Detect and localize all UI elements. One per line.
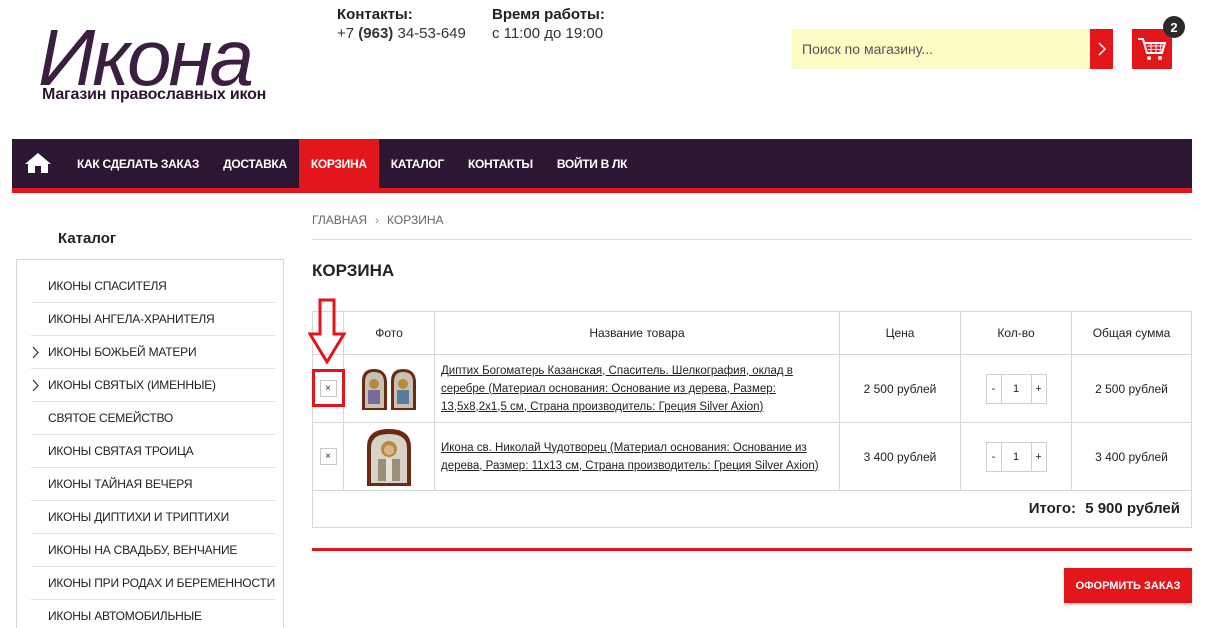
total-value: 5 900 рублей (1085, 500, 1180, 517)
col-header-qty: Кол-во (961, 312, 1072, 355)
sidebar-item-automobile[interactable]: ИКОНЫ АВТОМОБИЛЬНЫЕ (31, 600, 275, 628)
table-row-name-cell: Диптих Богоматерь Казанская, Спаситель. … (435, 355, 840, 423)
product-price: 3 400 рублей (840, 423, 961, 491)
product-sum: 3 400 рублей (1072, 423, 1191, 491)
product-link[interactable]: Диптих Богоматерь Казанская, Спаситель. … (441, 362, 829, 416)
sidebar-item-guardian-angel[interactable]: ИКОНЫ АНГЕЛА-ХРАНИТЕЛЯ (31, 303, 275, 336)
sidebar-item-label: ИКОНЫ ПРИ РОДАХ И БЕРЕМЕННОСТИ (48, 576, 276, 590)
sidebar-item-label: ИКОНЫ СПАСИТЕЛЯ (48, 279, 167, 293)
phone-digits: 34-53-649 (393, 25, 466, 42)
table-row-remove-cell: × (313, 423, 344, 491)
product-price: 2 500 рублей (840, 355, 961, 423)
page-title: КОРЗИНА (312, 261, 395, 280)
product-sum: 2 500 рублей (1072, 355, 1191, 423)
table-row-qty-cell: - 1 + (961, 355, 1072, 423)
sidebar-item-savior-icons[interactable]: ИКОНЫ СПАСИТЕЛЯ (31, 270, 275, 303)
nav-item-contacts[interactable]: КОНТАКТЫ (456, 139, 545, 188)
breadcrumb-divider (312, 239, 1192, 240)
sidebar-item-holy-trinity[interactable]: ИКОНЫ СВЯТАЯ ТРОИЦА (31, 435, 275, 468)
table-row-name-cell: Икона св. Николай Чудотворец (Материал о… (435, 423, 840, 491)
quantity-stepper: - 1 + (985, 441, 1047, 472)
remove-item-button[interactable]: × (319, 448, 337, 465)
search-box (792, 29, 1113, 69)
sidebar-item-label: ИКОНЫ БОЖЬЕЙ МАТЕРИ (48, 345, 197, 359)
breadcrumb: ГЛАВНАЯ › КОРЗИНА (312, 213, 444, 227)
phone-code: (963) (358, 25, 394, 42)
nav-item-catalog[interactable]: КАТАЛОГ (379, 139, 456, 188)
nav-item-how-to-order[interactable]: КАК СДЕЛАТЬ ЗАКАЗ (65, 139, 211, 188)
sidebar-item-wedding[interactable]: ИКОНЫ НА СВАДЬБУ, ВЕНЧАНИЕ (31, 534, 275, 567)
down-arrow-icon (308, 298, 346, 364)
chevron-right-icon (32, 346, 39, 359)
phone-number[interactable]: +7 (963) 34-53-649 (337, 23, 466, 45)
cart-count-badge: 2 (1163, 16, 1185, 38)
table-row-photo-cell (344, 355, 435, 423)
sidebar-item-label: ИКОНЫ НА СВАДЬБУ, ВЕНЧАНИЕ (48, 543, 238, 557)
product-thumbnail[interactable] (365, 427, 413, 487)
sidebar-item-mother-of-god[interactable]: ИКОНЫ БОЖЬЕЙ МАТЕРИ (31, 336, 275, 369)
product-link[interactable]: Икона св. Николай Чудотворец (Материал о… (441, 439, 829, 475)
contacts-block: Контакты: +7 (963) 34-53-649 (337, 6, 466, 45)
breadcrumb-home[interactable]: ГЛАВНАЯ (312, 213, 367, 227)
quantity-stepper: - 1 + (985, 373, 1047, 404)
col-header-photo: Фото (344, 312, 435, 355)
logo-subtitle: Магазин православных икон (42, 86, 267, 103)
chevron-right-icon (32, 379, 39, 392)
qty-decrease-button[interactable]: - (987, 375, 1001, 403)
sidebar-item-label: ИКОНЫ СВЯТЫХ (ИМЕННЫЕ) (48, 378, 216, 392)
qty-input[interactable]: 1 (1000, 374, 1032, 403)
hours-value: с 11:00 до 19:00 (492, 25, 604, 42)
phone-prefix: +7 (337, 25, 359, 42)
col-header-sum: Общая сумма (1072, 312, 1191, 355)
col-header-name: Название товара (435, 312, 840, 355)
nav-item-cart[interactable]: КОРЗИНА (298, 139, 379, 188)
qty-increase-button[interactable]: + (1032, 375, 1046, 403)
sidebar-item-holy-family[interactable]: СВЯТОЕ СЕМЕЙСТВО (31, 402, 275, 435)
catalog-sidebar: ИКОНЫ СПАСИТЕЛЯ ИКОНЫ АНГЕЛА-ХРАНИТЕЛЯ И… (16, 259, 284, 628)
total-label: Итого: (1028, 500, 1076, 517)
col-header-price: Цена (840, 312, 961, 355)
sidebar-item-label: ИКОНЫ АНГЕЛА-ХРАНИТЕЛЯ (48, 312, 215, 326)
highlight-box (312, 369, 345, 407)
checkout-button[interactable]: ОФОРМИТЬ ЗАКАЗ (1064, 568, 1192, 603)
nav-home[interactable] (24, 151, 52, 175)
sidebar-item-label: ИКОНЫ ДИПТИХИ И ТРИПТИХИ (48, 510, 230, 524)
product-thumbnail[interactable] (360, 367, 418, 411)
home-icon (25, 153, 51, 173)
qty-decrease-button[interactable]: - (987, 443, 1001, 471)
chevron-right-icon (1097, 42, 1106, 56)
breadcrumb-current: КОРЗИНА (387, 213, 444, 227)
breadcrumb-separator: › (375, 213, 380, 227)
sidebar-item-last-supper[interactable]: ИКОНЫ ТАЙНАЯ ВЕЧЕРЯ (31, 468, 275, 501)
qty-increase-button[interactable]: + (1032, 443, 1046, 471)
table-row-qty-cell: - 1 + (961, 423, 1072, 491)
contacts-label: Контакты: (337, 6, 413, 23)
section-divider (312, 548, 1192, 551)
sidebar-title: Каталог (58, 230, 117, 247)
search-button[interactable] (1090, 29, 1113, 69)
cart-total-row: Итого: 5 900 рублей (313, 491, 1191, 527)
nav-items: КАК СДЕЛАТЬ ЗАКАЗ ДОСТАВКА КОРЗИНА КАТАЛ… (65, 139, 639, 188)
site-logo[interactable]: Икона Магазин православных икон (38, 18, 293, 108)
sidebar-item-childbirth[interactable]: ИКОНЫ ПРИ РОДАХ И БЕРЕМЕННОСТИ (31, 567, 275, 600)
hours-label: Время работы: (492, 6, 605, 23)
main-nav: КАК СДЕЛАТЬ ЗАКАЗ ДОСТАВКА КОРЗИНА КАТАЛ… (12, 139, 1192, 193)
qty-input[interactable]: 1 (1000, 442, 1032, 471)
sidebar-item-label: ИКОНЫ ТАЙНАЯ ВЕЧЕРЯ (48, 477, 193, 491)
sidebar-item-diptychs[interactable]: ИКОНЫ ДИПТИХИ И ТРИПТИХИ (31, 501, 275, 534)
cart-table: Фото Название товара Цена Кол-во Общая с… (312, 311, 1192, 528)
search-input[interactable] (792, 29, 1090, 69)
nav-item-login[interactable]: ВОЙТИ В ЛК (545, 139, 639, 188)
shopping-cart-icon (1138, 38, 1167, 60)
sidebar-item-label: ИКОНЫ СВЯТАЯ ТРОИЦА (48, 444, 194, 458)
table-row-photo-cell (344, 423, 435, 491)
sidebar-item-label: ИКОНЫ АВТОМОБИЛЬНЫЕ (48, 609, 202, 623)
sidebar-item-label: СВЯТОЕ СЕМЕЙСТВО (48, 411, 174, 425)
hours-block: Время работы: с 11:00 до 19:00 (492, 6, 605, 45)
nav-item-delivery[interactable]: ДОСТАВКА (211, 139, 299, 188)
sidebar-item-saints[interactable]: ИКОНЫ СВЯТЫХ (ИМЕННЫЕ) (31, 369, 275, 402)
